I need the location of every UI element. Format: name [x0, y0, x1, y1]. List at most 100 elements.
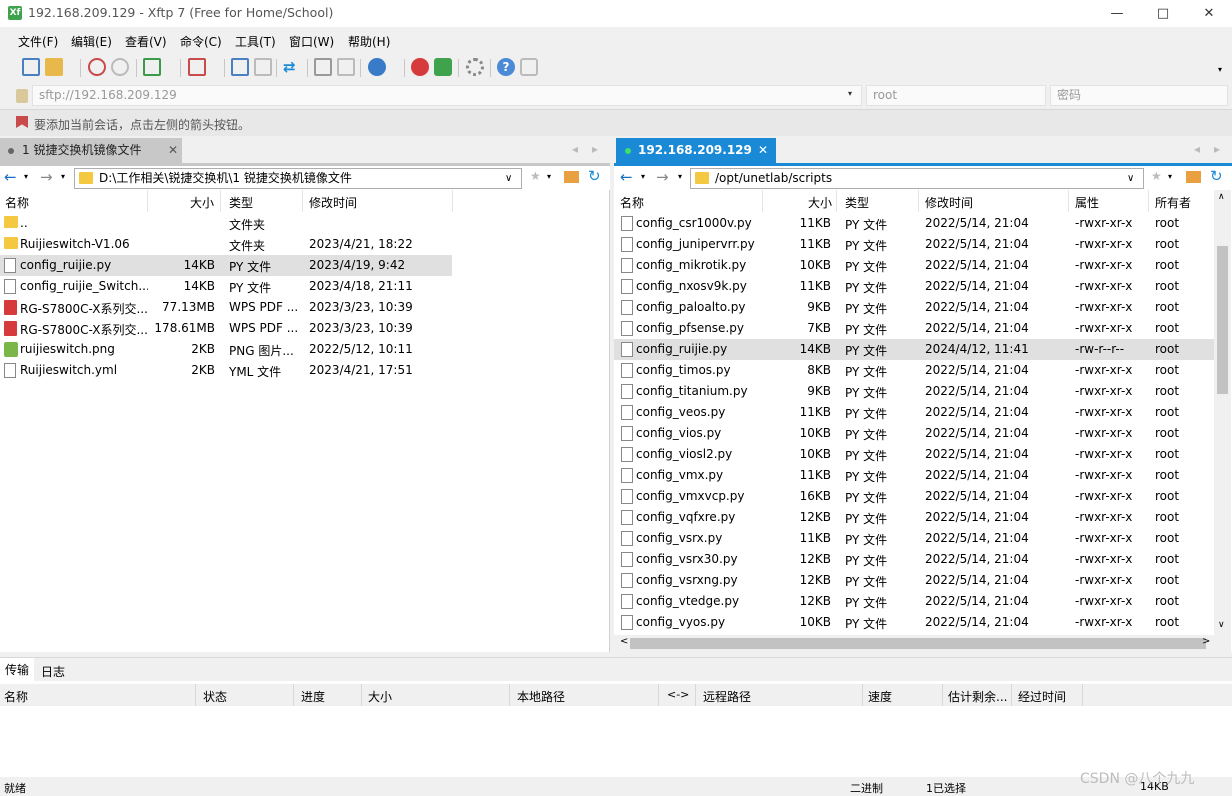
xshell-icon[interactable] — [411, 58, 429, 76]
sync-icon[interactable]: ⇄ — [283, 58, 301, 76]
tab-local-folder[interactable]: 1 锐捷交换机镜像文件 ✕ — [0, 138, 182, 163]
bookmark-star-icon[interactable]: ★ — [530, 169, 541, 183]
col-status[interactable]: 状态 — [203, 688, 227, 705]
menu-edit[interactable]: 编辑(E) — [71, 33, 112, 50]
home-folder-icon[interactable] — [1186, 171, 1201, 183]
home-folder-icon[interactable] — [564, 171, 579, 183]
file-row[interactable]: config_vsrxng.py 12KB PY 文件 2022/5/14, 21:0… — [614, 570, 1214, 591]
upload-icon[interactable] — [231, 58, 249, 76]
file-row[interactable]: config_vsrx.py 11KB PY 文件 2022/5/14, 21:04 -… — [614, 528, 1214, 549]
file-row[interactable]: config_pfsense.py 7KB PY 文件 2022/5/14, 21:0… — [614, 318, 1214, 339]
col-size[interactable]: 大小 — [368, 688, 392, 705]
col-size[interactable]: 大小 — [190, 194, 214, 211]
file-row[interactable]: config_vqfxre.py 12KB PY 文件 2022/5/14, 21:0… — [614, 507, 1214, 528]
menu-view[interactable]: 查看(V) — [125, 33, 167, 50]
bookmark-star-icon[interactable]: ★ — [1151, 169, 1162, 183]
scroll-thumb[interactable] — [630, 638, 1206, 649]
col-mtime[interactable]: 修改时间 — [309, 194, 357, 211]
back-arrow-icon[interactable]: ← — [620, 168, 633, 186]
left-path-input[interactable]: D:\工作相关\锐捷交换机\1 锐捷交换机镜像文件 ∨ — [74, 168, 522, 189]
file-row[interactable]: config_ruijie.py 14KB PY 文件 2024/4/12, 11:4… — [614, 339, 1214, 360]
file-row[interactable]: Ruijieswitch.yml 2KB YML 文件 2023/4/21, 17:5… — [0, 360, 452, 381]
col-name[interactable]: 名称 — [4, 688, 28, 705]
col-name[interactable]: 名称 — [620, 194, 644, 211]
file-row[interactable]: config_veos.py 11KB PY 文件 2022/5/14, 21:04 -… — [614, 402, 1214, 423]
toolbar-overflow-icon[interactable]: ▾ — [1218, 65, 1222, 74]
file-row[interactable]: config_paloalto.py 9KB PY 文件 2022/5/14, 21:… — [614, 297, 1214, 318]
tab-scroll-left-icon[interactable]: ◂ — [1194, 142, 1200, 156]
gear-icon[interactable] — [466, 58, 484, 76]
download-icon[interactable] — [254, 58, 272, 76]
scroll-right-icon[interactable]: > — [1202, 636, 1210, 647]
copy-icon[interactable] — [337, 58, 355, 76]
file-row[interactable]: config_csr1000v.py 11KB PY 文件 2022/5/14, 21… — [614, 213, 1214, 234]
tab-log[interactable]: 日志 — [41, 663, 65, 680]
new-transfer-icon[interactable] — [143, 58, 161, 76]
refresh-icon[interactable]: ↻ — [1210, 167, 1223, 185]
scroll-down-icon[interactable]: ∨ — [1218, 620, 1225, 630]
file-row[interactable]: config_timos.py 8KB PY 文件 2022/5/14, 21:04 -… — [614, 360, 1214, 381]
file-row[interactable]: config_viosl2.py 10KB PY 文件 2022/5/14, 21:0… — [614, 444, 1214, 465]
back-arrow-icon[interactable]: ← — [4, 168, 17, 186]
col-mtime[interactable]: 修改时间 — [925, 194, 973, 211]
tab-remote-session[interactable]: 192.168.209.129 ✕ — [616, 138, 776, 163]
tab-close-icon[interactable]: ✕ — [168, 138, 178, 163]
forward-arrow-icon[interactable]: → — [40, 168, 53, 186]
password-input[interactable]: 密码 — [1050, 85, 1228, 106]
col-owner[interactable]: 所有者 — [1155, 194, 1191, 211]
xftp-icon[interactable] — [434, 58, 452, 76]
file-row[interactable]: config_mikrotik.py 10KB PY 文件 2022/5/14, 21… — [614, 255, 1214, 276]
file-row[interactable]: config_junipervrr.py 11KB PY 文件 2022/5/14, … — [614, 234, 1214, 255]
host-address-input[interactable]: sftp://192.168.209.129 — [32, 85, 862, 106]
col-local-path[interactable]: 本地路径 — [517, 688, 565, 705]
file-row[interactable]: config_vmxvcp.py 16KB PY 文件 2022/5/14, 21:0… — [614, 486, 1214, 507]
print-icon[interactable] — [314, 58, 332, 76]
status-transfer-mode[interactable]: 二进制 — [850, 780, 883, 796]
globe-icon[interactable] — [368, 58, 386, 76]
col-eta[interactable]: 估计剩余... — [948, 688, 1007, 705]
tab-scroll-left-icon[interactable]: ◂ — [572, 142, 578, 156]
bookmark-dropdown-icon[interactable]: ▾ — [1168, 172, 1172, 181]
file-row[interactable]: ruijieswitch.png 2KB PNG 图片... 2022/5/12, 1… — [0, 339, 452, 360]
file-row[interactable]: config_ruijie.py 14KB PY 文件 2023/4/19, 9:42 — [0, 255, 452, 276]
play-icon[interactable] — [188, 58, 206, 76]
col-type[interactable]: 类型 — [845, 194, 869, 211]
col-direction[interactable]: <-> — [667, 688, 689, 701]
bookmark-icon[interactable] — [16, 116, 28, 128]
file-row[interactable]: RG-S7800C-X系列交... 77.13MB WPS PDF ... 2023/… — [0, 297, 452, 318]
col-permissions[interactable]: 属性 — [1075, 194, 1099, 211]
col-elapsed[interactable]: 经过时间 — [1018, 688, 1066, 705]
back-dropdown-icon[interactable]: ▾ — [641, 172, 645, 181]
chat-icon[interactable] — [520, 58, 538, 76]
right-vertical-scrollbar[interactable]: ∧ ∨ — [1214, 190, 1231, 635]
col-size[interactable]: 大小 — [808, 194, 832, 211]
tab-transfer[interactable]: 传输 — [0, 658, 34, 682]
menu-window[interactable]: 窗口(W) — [289, 33, 334, 50]
open-folder-icon[interactable] — [45, 58, 63, 76]
scroll-thumb[interactable] — [1217, 246, 1228, 394]
path-dropdown-icon[interactable]: ∨ — [505, 169, 512, 188]
file-row[interactable]: config_vios.py 10KB PY 文件 2022/5/14, 21:04 -… — [614, 423, 1214, 444]
scroll-left-icon[interactable]: < — [620, 636, 628, 647]
tab-scroll-right-icon[interactable]: ▸ — [1214, 142, 1220, 156]
file-row[interactable]: config_nxosv9k.py 11KB PY 文件 2022/5/14, 21:… — [614, 276, 1214, 297]
file-row[interactable]: config_ruijie_Switch.... 14KB PY 文件 2023/4/… — [0, 276, 452, 297]
scroll-up-icon[interactable]: ∧ — [1218, 192, 1225, 202]
tab-close-icon[interactable]: ✕ — [758, 138, 768, 163]
forward-dropdown-icon[interactable]: ▾ — [61, 172, 65, 181]
forward-arrow-icon[interactable]: → — [656, 168, 669, 186]
maximize-button[interactable]: □ — [1140, 0, 1186, 27]
file-row[interactable]: RG-S7800C-X系列交... 178.61MB WPS PDF ... 2023… — [0, 318, 452, 339]
close-button[interactable]: ✕ — [1186, 0, 1232, 27]
username-input[interactable]: root — [866, 85, 1046, 106]
forward-dropdown-icon[interactable]: ▾ — [678, 172, 682, 181]
menu-tools[interactable]: 工具(T) — [235, 33, 276, 50]
reconnect-icon[interactable] — [111, 58, 129, 76]
file-row[interactable]: config_vsrx30.py 12KB PY 文件 2022/5/14, 21:0… — [614, 549, 1214, 570]
menu-command[interactable]: 命令(C) — [180, 33, 222, 50]
menu-help[interactable]: 帮助(H) — [348, 33, 390, 50]
path-dropdown-icon[interactable]: ∨ — [1127, 169, 1134, 188]
refresh-icon[interactable]: ↻ — [588, 167, 601, 185]
col-speed[interactable]: 速度 — [868, 688, 892, 705]
menu-file[interactable]: 文件(F) — [18, 33, 58, 50]
